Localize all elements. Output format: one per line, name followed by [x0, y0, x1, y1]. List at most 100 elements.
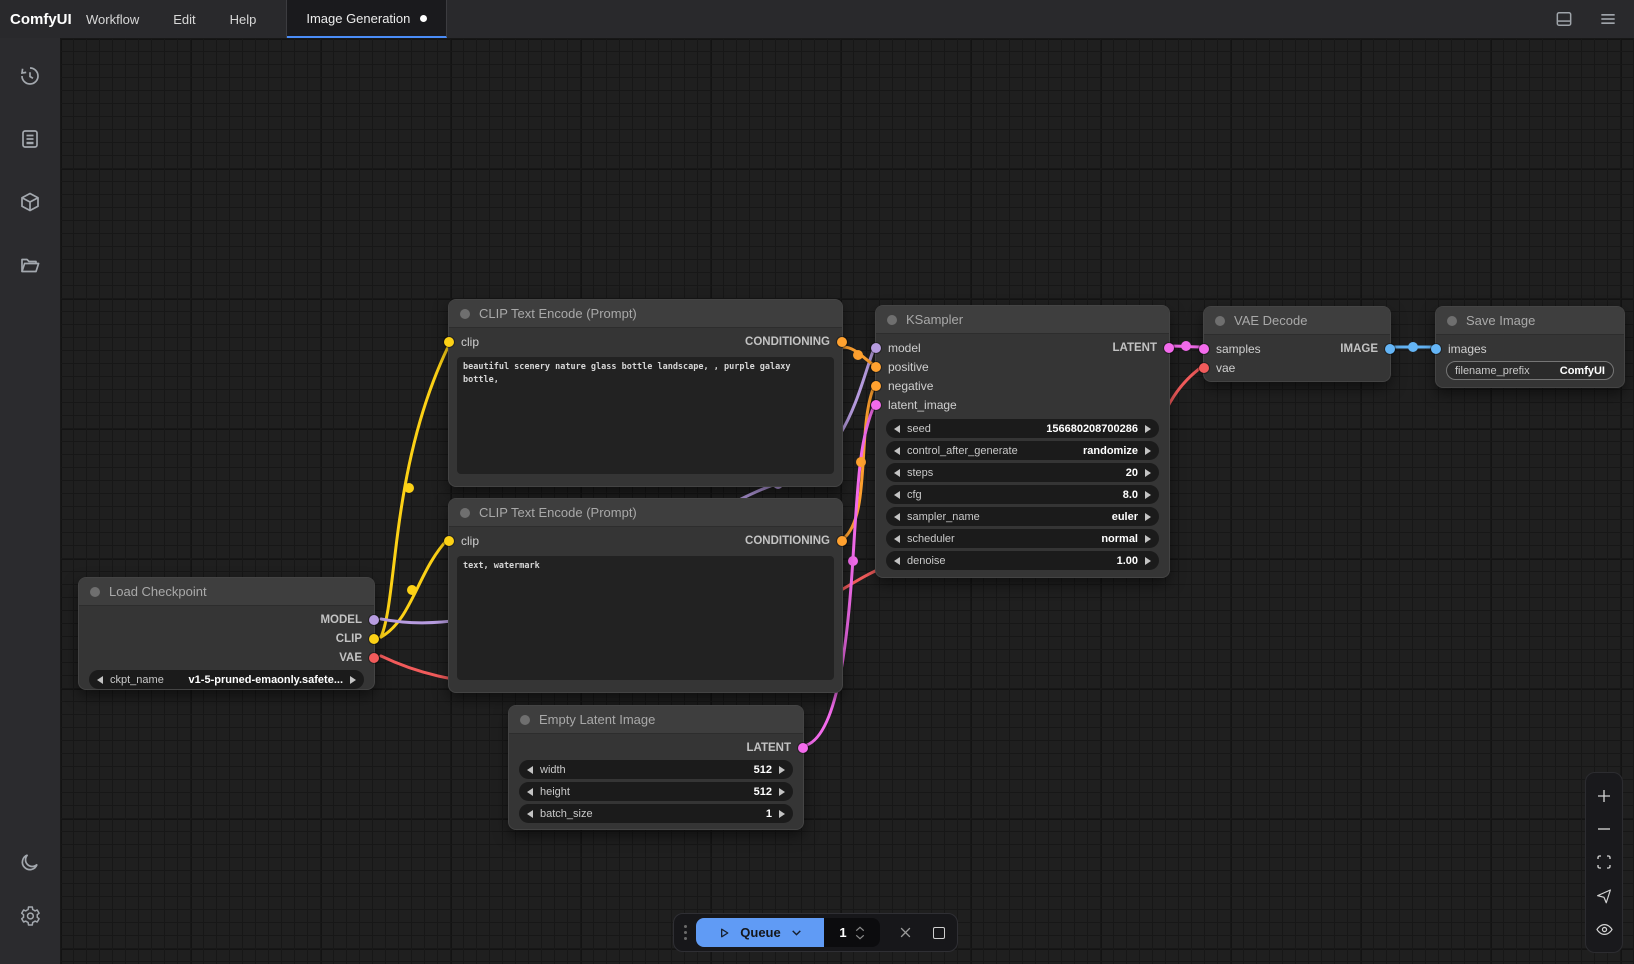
increment-arrow-icon[interactable]: [1145, 469, 1151, 477]
output-port-latent[interactable]: [1164, 343, 1174, 353]
prompt-textarea[interactable]: beautiful scenery nature glass bottle la…: [457, 357, 834, 474]
node-header[interactable]: CLIP Text Encode (Prompt): [449, 499, 842, 527]
input-port-clip[interactable]: [444, 536, 454, 546]
widget-batch-size[interactable]: batch_size 1: [519, 804, 793, 823]
decrement-arrow-icon[interactable]: [894, 447, 900, 455]
sidebar-item-node-library[interactable]: [10, 182, 50, 222]
input-port-latent-image[interactable]: [871, 400, 881, 410]
node-header[interactable]: KSampler: [876, 306, 1169, 334]
decrement-arrow-icon[interactable]: [894, 513, 900, 521]
increment-arrow-icon[interactable]: [779, 788, 785, 796]
widget-cfg[interactable]: cfg 8.0: [886, 485, 1159, 504]
increment-arrow-icon[interactable]: [1145, 425, 1151, 433]
collapse-dot-icon[interactable]: [90, 587, 100, 597]
widget-height[interactable]: height 512: [519, 782, 793, 801]
input-port-clip[interactable]: [444, 337, 454, 347]
prompt-textarea[interactable]: text, watermark: [457, 556, 834, 680]
increment-arrow-icon[interactable]: [1145, 447, 1151, 455]
node-header[interactable]: CLIP Text Encode (Prompt): [449, 300, 842, 328]
input-port-positive[interactable]: [871, 362, 881, 372]
node-header[interactable]: Empty Latent Image: [509, 706, 803, 734]
output-port-latent[interactable]: [798, 743, 808, 753]
sidebar-item-theme-toggle[interactable]: [10, 842, 50, 882]
decrement-arrow-icon[interactable]: [527, 810, 533, 818]
sidebar-item-workflows[interactable]: [10, 245, 50, 285]
zoom-out-button[interactable]: [1593, 818, 1615, 840]
collapse-dot-icon[interactable]: [1447, 316, 1457, 326]
increment-arrow-icon[interactable]: [350, 676, 356, 684]
decrement-arrow-icon[interactable]: [527, 766, 533, 774]
stepper-down-icon[interactable]: [855, 934, 865, 940]
node-ksampler[interactable]: KSampler model LATENT positive negative …: [875, 305, 1170, 578]
clear-x-icon[interactable]: [898, 925, 913, 940]
output-port-conditioning[interactable]: [837, 536, 847, 546]
drag-handle-icon[interactable]: [684, 925, 687, 940]
sidebar-item-settings[interactable]: [10, 896, 50, 936]
output-port-clip[interactable]: [369, 634, 379, 644]
input-port-images[interactable]: [1431, 344, 1441, 354]
widget-seed[interactable]: seed 156680208700286: [886, 419, 1159, 438]
collapse-dot-icon[interactable]: [460, 309, 470, 319]
decrement-arrow-icon[interactable]: [894, 557, 900, 565]
decrement-arrow-icon[interactable]: [894, 425, 900, 433]
increment-arrow-icon[interactable]: [1145, 491, 1151, 499]
widget-filename-prefix[interactable]: filename_prefix ComfyUI: [1446, 361, 1614, 380]
widget-scheduler[interactable]: scheduler normal: [886, 529, 1159, 548]
collapse-dot-icon[interactable]: [1215, 316, 1225, 326]
input-port-samples[interactable]: [1199, 344, 1209, 354]
collapse-dot-icon[interactable]: [460, 508, 470, 518]
increment-arrow-icon[interactable]: [779, 810, 785, 818]
widget-ckpt-name[interactable]: ckpt_name v1-5-pruned-emaonly.safete...: [89, 670, 364, 689]
output-port-image[interactable]: [1385, 344, 1395, 354]
sidebar-item-queue[interactable]: [10, 119, 50, 159]
output-port-model[interactable]: [369, 615, 379, 625]
input-port-vae[interactable]: [1199, 363, 1209, 373]
decrement-arrow-icon[interactable]: [97, 676, 103, 684]
input-port-model[interactable]: [871, 343, 881, 353]
node-header[interactable]: Save Image: [1436, 307, 1624, 335]
widget-steps[interactable]: steps 20: [886, 463, 1159, 482]
decrement-arrow-icon[interactable]: [894, 469, 900, 477]
increment-arrow-icon[interactable]: [779, 766, 785, 774]
fit-view-button[interactable]: [1593, 851, 1615, 873]
widget-sampler-name[interactable]: sampler_name euler: [886, 507, 1159, 526]
tab-image-generation[interactable]: Image Generation: [287, 0, 447, 38]
decrement-arrow-icon[interactable]: [527, 788, 533, 796]
stop-square-icon[interactable]: [933, 927, 945, 939]
node-load-checkpoint[interactable]: Load Checkpoint MODEL CLIP VAE ckpt_name…: [78, 577, 375, 690]
node-save-image[interactable]: Save Image images filename_prefix ComfyU…: [1435, 306, 1625, 388]
decrement-arrow-icon[interactable]: [894, 535, 900, 543]
collapse-dot-icon[interactable]: [520, 715, 530, 725]
pan-mode-button[interactable]: [1593, 885, 1615, 907]
node-vae-decode[interactable]: VAE Decode samples IMAGE vae: [1203, 306, 1391, 382]
node-header[interactable]: Load Checkpoint: [79, 578, 374, 606]
node-header[interactable]: VAE Decode: [1204, 307, 1390, 335]
widget-denoise[interactable]: denoise 1.00: [886, 551, 1159, 570]
node-clip-text-encode-positive[interactable]: CLIP Text Encode (Prompt) clip CONDITION…: [448, 299, 843, 487]
sidebar: [0, 38, 60, 964]
increment-arrow-icon[interactable]: [1145, 513, 1151, 521]
collapse-dot-icon[interactable]: [887, 315, 897, 325]
menu-edit[interactable]: Edit: [173, 12, 195, 27]
sidebar-item-history[interactable]: [10, 56, 50, 96]
widget-width[interactable]: width 512: [519, 760, 793, 779]
widget-control-after-generate[interactable]: control_after_generate randomize: [886, 441, 1159, 460]
menu-workflow[interactable]: Workflow: [86, 12, 139, 27]
stepper-up-icon[interactable]: [855, 926, 865, 932]
hamburger-menu-icon[interactable]: [1598, 9, 1618, 29]
queue-button[interactable]: Queue: [696, 918, 824, 947]
node-clip-text-encode-negative[interactable]: CLIP Text Encode (Prompt) clip CONDITION…: [448, 498, 843, 693]
batch-count-spinner[interactable]: 1: [824, 918, 880, 947]
node-empty-latent-image[interactable]: Empty Latent Image LATENT width 512 heig…: [508, 705, 804, 830]
menu-help[interactable]: Help: [230, 12, 257, 27]
decrement-arrow-icon[interactable]: [894, 491, 900, 499]
node-graph-canvas[interactable]: CLIP Text Encode (Prompt) clip CONDITION…: [60, 38, 1634, 964]
toggle-visibility-button[interactable]: [1593, 918, 1615, 940]
increment-arrow-icon[interactable]: [1145, 557, 1151, 565]
output-port-vae[interactable]: [369, 653, 379, 663]
sidebar-panel-icon[interactable]: [1554, 9, 1574, 29]
output-port-conditioning[interactable]: [837, 337, 847, 347]
input-port-negative[interactable]: [871, 381, 881, 391]
increment-arrow-icon[interactable]: [1145, 535, 1151, 543]
zoom-in-button[interactable]: [1593, 785, 1615, 807]
